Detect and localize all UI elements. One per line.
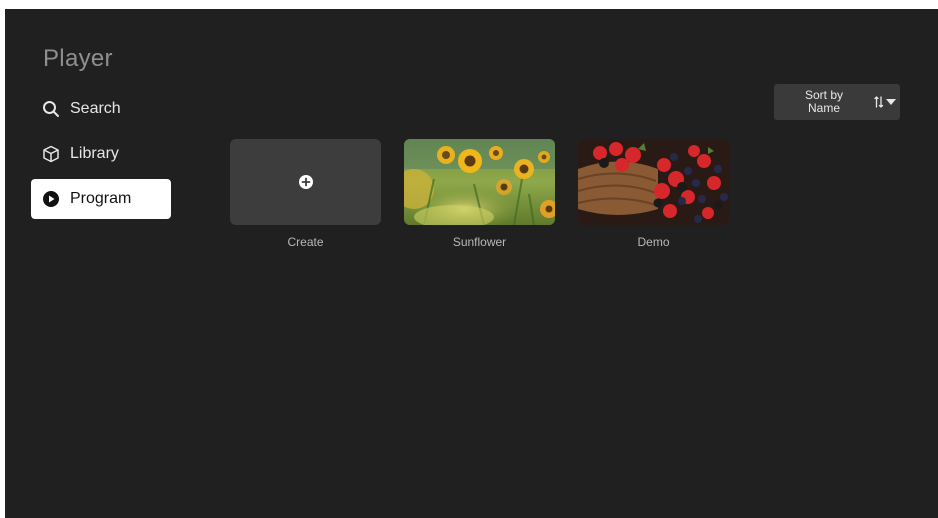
sidebar-item-library[interactable]: Library [31, 134, 171, 174]
tile-sunflower[interactable]: Sunflower [404, 139, 555, 249]
sort-button[interactable]: Sort by Name [774, 84, 900, 120]
tile-label: Create [287, 235, 324, 249]
demo-thumbnail[interactable] [578, 139, 729, 225]
tile-label: Demo [637, 235, 670, 249]
tile-label: Sunflower [452, 235, 507, 249]
sidebar-item-search[interactable]: Search [31, 89, 171, 129]
tile-create[interactable]: Create [230, 139, 381, 249]
caret-down-icon [886, 99, 896, 105]
sort-icons [874, 95, 896, 109]
tile-demo[interactable]: Demo [578, 139, 729, 249]
cube-icon [42, 145, 60, 163]
create-thumbnail[interactable] [230, 139, 381, 225]
sidebar-item-label: Program [70, 190, 132, 207]
sunflower-thumbnail[interactable] [404, 139, 555, 225]
sidebar-item-label: Library [70, 145, 119, 162]
search-icon [42, 100, 60, 118]
sort-label-line2: Name [807, 101, 840, 115]
program-grid: Create Sunflower Demo [230, 139, 729, 249]
app-title: Player [43, 45, 113, 72]
app-screen: Player Search Library Program Sort by Na… [5, 9, 938, 518]
sidebar-item-label: Search [70, 100, 121, 117]
sidebar-item-program[interactable]: Program [31, 179, 171, 219]
sort-label: Sort by Name [774, 89, 874, 115]
sidebar-nav: Search Library Program [31, 89, 171, 224]
play-circle-icon [42, 190, 60, 208]
add-circle-icon [298, 175, 313, 189]
sort-order-icon [874, 95, 884, 109]
